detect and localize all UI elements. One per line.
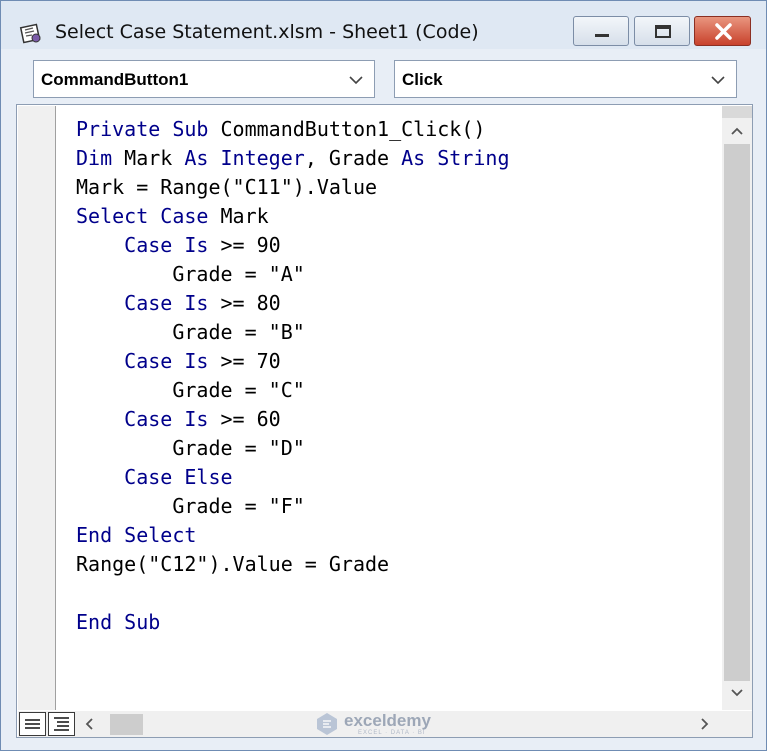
maximize-icon bbox=[655, 25, 671, 38]
maximize-button[interactable] bbox=[634, 16, 690, 46]
procedure-view-button[interactable] bbox=[19, 712, 46, 736]
code-line[interactable]: Case Is >= 80 bbox=[76, 289, 716, 318]
code-keyword: Dim bbox=[76, 146, 125, 170]
close-button[interactable] bbox=[694, 16, 751, 46]
minimize-button[interactable] bbox=[573, 16, 629, 46]
code-text: Mark = Range("C11").Value bbox=[76, 175, 378, 199]
vba-code-window: Select Case Statement.xlsm - Sheet1 (Cod… bbox=[0, 0, 767, 751]
split-bar[interactable] bbox=[722, 106, 752, 118]
scroll-right-icon[interactable] bbox=[700, 717, 710, 731]
watermark-name: exceldemy bbox=[344, 711, 431, 730]
code-keyword: Case Is bbox=[124, 407, 221, 431]
code-text: Grade = "D" bbox=[76, 436, 305, 460]
exceldemy-logo-icon bbox=[317, 713, 337, 735]
margin-indicator-bar[interactable] bbox=[18, 106, 56, 710]
vba-module-icon bbox=[19, 23, 41, 44]
code-text: Grade = "B" bbox=[76, 320, 305, 344]
scroll-up-icon[interactable] bbox=[730, 126, 744, 136]
minimize-icon bbox=[595, 34, 609, 37]
code-keyword: Case Is bbox=[124, 349, 221, 373]
title-bar[interactable]: Select Case Statement.xlsm - Sheet1 (Cod… bbox=[1, 1, 766, 49]
code-line[interactable]: Grade = "F" bbox=[76, 492, 716, 521]
code-editor[interactable]: Private Sub CommandButton1_Click() Dim Ma… bbox=[16, 104, 753, 738]
code-text: Range("C12").Value = Grade bbox=[76, 552, 390, 576]
code-keyword: Select Case bbox=[76, 204, 221, 228]
code-line[interactable] bbox=[76, 579, 716, 608]
vertical-scroll-thumb[interactable] bbox=[724, 144, 750, 681]
chevron-down-icon bbox=[711, 76, 725, 85]
code-text: >= 70 bbox=[220, 349, 281, 373]
code-keyword: Case Is bbox=[124, 291, 221, 315]
chevron-down-icon bbox=[349, 76, 363, 85]
object-dropdown-value: CommandButton1 bbox=[41, 70, 189, 89]
code-text: >= 80 bbox=[220, 291, 281, 315]
close-icon bbox=[715, 23, 732, 40]
code-text: , Grade bbox=[304, 146, 402, 170]
scroll-down-icon[interactable] bbox=[730, 688, 744, 698]
object-dropdown[interactable]: CommandButton1 bbox=[33, 60, 375, 98]
code-line[interactable]: Case Else bbox=[76, 463, 716, 492]
code-line[interactable]: Grade = "C" bbox=[76, 376, 716, 405]
code-line[interactable]: Grade = "B" bbox=[76, 318, 716, 347]
code-keyword: End Sub bbox=[76, 610, 161, 634]
code-line[interactable]: Case Is >= 70 bbox=[76, 347, 716, 376]
code-line[interactable]: Grade = "A" bbox=[76, 260, 716, 289]
code-keyword: As String bbox=[401, 146, 510, 170]
code-keyword: As Integer bbox=[184, 146, 305, 170]
procedure-dropdown-value: Click bbox=[402, 70, 443, 89]
code-line[interactable]: End Select bbox=[76, 521, 716, 550]
code-keyword: Case Else bbox=[124, 465, 233, 489]
scroll-left-icon[interactable] bbox=[84, 717, 94, 731]
code-text: CommandButton1_Click() bbox=[220, 117, 486, 141]
procedure-view-icon bbox=[25, 719, 40, 729]
code-text-area[interactable]: Private Sub CommandButton1_Click() Dim Ma… bbox=[76, 115, 716, 705]
code-text: >= 90 bbox=[220, 233, 281, 257]
code-line[interactable]: Case Is >= 90 bbox=[76, 231, 716, 260]
code-text: Grade = "C" bbox=[76, 378, 305, 402]
code-text: >= 60 bbox=[220, 407, 281, 431]
code-keyword: Private Sub bbox=[76, 117, 221, 141]
horizontal-scroll-thumb[interactable] bbox=[110, 714, 143, 735]
code-line[interactable]: Case Is >= 60 bbox=[76, 405, 716, 434]
watermark-tagline: EXCEL · DATA · BI bbox=[358, 730, 426, 736]
window-title: Select Case Statement.xlsm - Sheet1 (Cod… bbox=[55, 21, 479, 43]
code-text: Mark bbox=[220, 204, 269, 228]
full-module-view-icon bbox=[54, 717, 69, 731]
code-line[interactable]: End Sub bbox=[76, 608, 716, 637]
code-text: Grade = "A" bbox=[76, 262, 305, 286]
vertical-scrollbar[interactable] bbox=[722, 106, 752, 710]
code-keyword: Case Is bbox=[124, 233, 221, 257]
code-line[interactable]: Range("C12").Value = Grade bbox=[76, 550, 716, 579]
code-line[interactable]: Select Case Mark bbox=[76, 202, 716, 231]
code-keyword: End Select bbox=[76, 523, 197, 547]
full-module-view-button[interactable] bbox=[48, 712, 75, 736]
code-line[interactable]: Private Sub CommandButton1_Click() bbox=[76, 115, 716, 144]
code-line[interactable]: Grade = "D" bbox=[76, 434, 716, 463]
code-line[interactable]: Dim Mark As Integer, Grade As String bbox=[76, 144, 716, 173]
code-text: Mark bbox=[124, 146, 185, 170]
code-text: Grade = "F" bbox=[76, 494, 305, 518]
exceldemy-watermark: exceldemy EXCEL · DATA · BI bbox=[314, 711, 459, 737]
horizontal-scrollbar[interactable]: exceldemy EXCEL · DATA · BI bbox=[18, 711, 752, 737]
procedure-dropdown[interactable]: Click bbox=[394, 60, 737, 98]
code-line[interactable]: Mark = Range("C11").Value bbox=[76, 173, 716, 202]
